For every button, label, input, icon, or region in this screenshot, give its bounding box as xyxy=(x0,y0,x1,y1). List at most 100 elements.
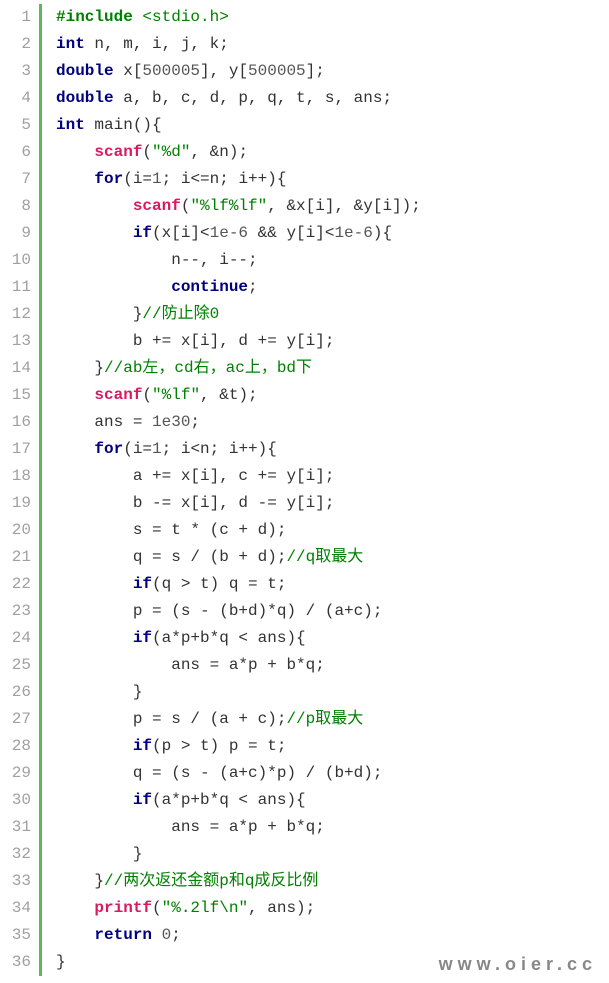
line-number: 8 xyxy=(0,193,31,220)
code-token: double xyxy=(56,89,114,107)
code-content: #include <stdio.h>int n, m, i, j, k;doub… xyxy=(42,4,421,976)
code-token: b += x[i], d += y[i]; xyxy=(133,332,335,350)
code-token: p = s / (a + c); xyxy=(133,710,287,728)
line-number: 27 xyxy=(0,706,31,733)
code-token: } xyxy=(133,683,143,701)
code-token: ans = a*p + b*q; xyxy=(171,656,325,674)
line-number: 4 xyxy=(0,85,31,112)
code-token: //q取最大 xyxy=(286,548,363,566)
code-token: ; xyxy=(248,278,258,296)
line-number: 9 xyxy=(0,220,31,247)
code-line: scanf("%d", &n); xyxy=(56,139,421,166)
code-line: if(a*p+b*q < ans){ xyxy=(56,625,421,652)
code-token: //防止除0 xyxy=(142,305,219,323)
code-token: , &t); xyxy=(200,386,258,404)
code-token: ( xyxy=(142,143,152,161)
code-line: s = t * (c + d); xyxy=(56,517,421,544)
code-line: p = s / (a + c);//p取最大 xyxy=(56,706,421,733)
line-number: 15 xyxy=(0,382,31,409)
code-line: scanf("%lf%lf", &x[i], &y[i]); xyxy=(56,193,421,220)
line-number: 35 xyxy=(0,922,31,949)
code-token: (x[i]< xyxy=(152,224,210,242)
code-token: if xyxy=(133,791,152,809)
line-number: 1 xyxy=(0,4,31,31)
code-token: //ab左，cd右，ac上，bd下 xyxy=(104,359,312,377)
line-number: 24 xyxy=(0,625,31,652)
code-token: } xyxy=(133,845,143,863)
code-token: (q > t) q = t; xyxy=(152,575,286,593)
code-token: } xyxy=(94,359,104,377)
line-number: 28 xyxy=(0,733,31,760)
code-token: , &n); xyxy=(190,143,248,161)
code-token: ( xyxy=(142,386,152,404)
code-token: q = (s - (a+c)*p) / (b+d); xyxy=(133,764,383,782)
line-number: 33 xyxy=(0,868,31,895)
code-token: scanf xyxy=(94,386,142,404)
code-token: 1 xyxy=(152,440,162,458)
code-line: double a, b, c, d, p, q, t, s, ans; xyxy=(56,85,421,112)
code-token: (p > t) p = t; xyxy=(152,737,286,755)
code-token: 1e30 xyxy=(152,413,190,431)
code-token: (a*p+b*q < ans){ xyxy=(152,791,306,809)
code-line: int n, m, i, j, k; xyxy=(56,31,421,58)
code-token: ; xyxy=(171,926,181,944)
code-token: ]; xyxy=(306,62,325,80)
code-line: if(q > t) q = t; xyxy=(56,571,421,598)
line-number: 10 xyxy=(0,247,31,274)
code-line: ans = a*p + b*q; xyxy=(56,652,421,679)
line-number: 34 xyxy=(0,895,31,922)
code-token: x[ xyxy=(114,62,143,80)
code-token: #include xyxy=(56,8,133,26)
line-number: 29 xyxy=(0,760,31,787)
code-token: int xyxy=(56,116,85,134)
code-line: }//ab左，cd右，ac上，bd下 xyxy=(56,355,421,382)
line-number: 36 xyxy=(0,949,31,976)
code-line: if(x[i]<1e-6 && y[i]<1e-6){ xyxy=(56,220,421,247)
code-line: for(i=1; i<n; i++){ xyxy=(56,436,421,463)
code-token: if xyxy=(133,575,152,593)
line-number: 7 xyxy=(0,166,31,193)
line-number: 32 xyxy=(0,841,31,868)
code-token: q = s / (b + d); xyxy=(133,548,287,566)
code-token: ], y[ xyxy=(200,62,248,80)
code-line: } xyxy=(56,949,421,976)
code-token: "%lf%lf" xyxy=(190,197,267,215)
code-line: if(p > t) p = t; xyxy=(56,733,421,760)
line-number: 31 xyxy=(0,814,31,841)
code-line: }//两次返还金额p和q成反比例 xyxy=(56,868,421,895)
line-number: 6 xyxy=(0,139,31,166)
code-line: #include <stdio.h> xyxy=(56,4,421,31)
code-line: printf("%.2lf\n", ans); xyxy=(56,895,421,922)
code-line: continue; xyxy=(56,274,421,301)
code-token: double xyxy=(56,62,114,80)
code-token: for xyxy=(94,440,123,458)
code-line: double x[500005], y[500005]; xyxy=(56,58,421,85)
code-line: q = (s - (a+c)*p) / (b+d); xyxy=(56,760,421,787)
code-token: p = (s - (b+d)*q) / (a+c); xyxy=(133,602,383,620)
code-token: ( xyxy=(152,899,162,917)
code-line: q = s / (b + d);//q取最大 xyxy=(56,544,421,571)
code-line: return 0; xyxy=(56,922,421,949)
code-line: b -= x[i], d -= y[i]; xyxy=(56,490,421,517)
line-number: 3 xyxy=(0,58,31,85)
code-token: s = t * (c + d); xyxy=(133,521,287,539)
line-number: 17 xyxy=(0,436,31,463)
code-token: (i= xyxy=(123,170,152,188)
code-token: 1e-6 xyxy=(334,224,372,242)
line-number: 12 xyxy=(0,301,31,328)
code-token: if xyxy=(133,629,152,647)
code-block: 1234567891011121314151617181920212223242… xyxy=(0,0,609,980)
code-token: , ans); xyxy=(248,899,315,917)
line-number: 2 xyxy=(0,31,31,58)
watermark: www.oier.cc xyxy=(439,954,597,975)
line-number: 26 xyxy=(0,679,31,706)
line-number: 22 xyxy=(0,571,31,598)
code-token: } xyxy=(133,305,143,323)
code-token: ans = a*p + b*q; xyxy=(171,818,325,836)
code-token: return xyxy=(94,926,152,944)
code-token: ; i<=n; i++){ xyxy=(162,170,287,188)
code-token: (i= xyxy=(123,440,152,458)
line-number: 21 xyxy=(0,544,31,571)
code-token: "%lf" xyxy=(152,386,200,404)
code-line: a += x[i], c += y[i]; xyxy=(56,463,421,490)
